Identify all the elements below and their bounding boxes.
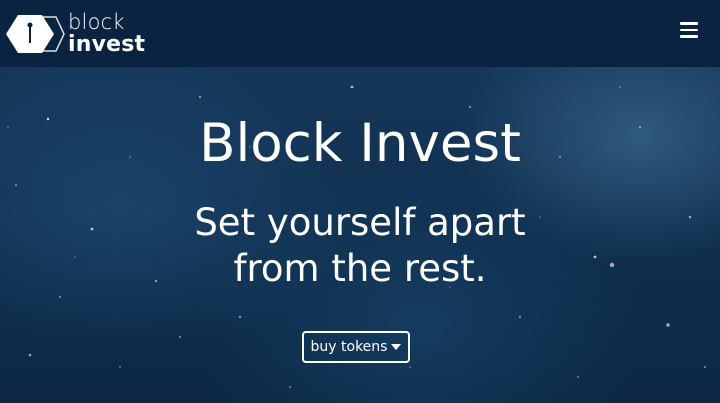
hero-subtitle: Set yourself apart from the rest.: [0, 200, 720, 292]
menu-bar-top: [680, 22, 698, 25]
logo-wordmark: block invest: [68, 12, 145, 56]
hero-title: Block Invest: [199, 113, 521, 174]
buy-tokens-label: buy tokens: [310, 339, 388, 355]
hamburger-menu-icon[interactable]: [680, 22, 698, 40]
menu-bar-middle: [680, 28, 698, 31]
logo-word-block: block: [68, 10, 125, 34]
hero-subtitle-line2: from the rest.: [233, 247, 487, 290]
top-navbar: block invest: [0, 0, 720, 67]
brand-logo[interactable]: block invest: [4, 11, 164, 57]
menu-bar-bottom: [680, 35, 698, 38]
hero-subtitle-line1: Set yourself apart: [194, 201, 526, 244]
logo-hexagon-icon: [6, 15, 65, 53]
caret-down-icon: [391, 344, 402, 350]
hero-section: Block Invest Set yourself apart from the…: [0, 67, 720, 403]
logo-word-invest: invest: [68, 32, 146, 57]
buy-tokens-button[interactable]: buy tokens: [302, 331, 410, 363]
